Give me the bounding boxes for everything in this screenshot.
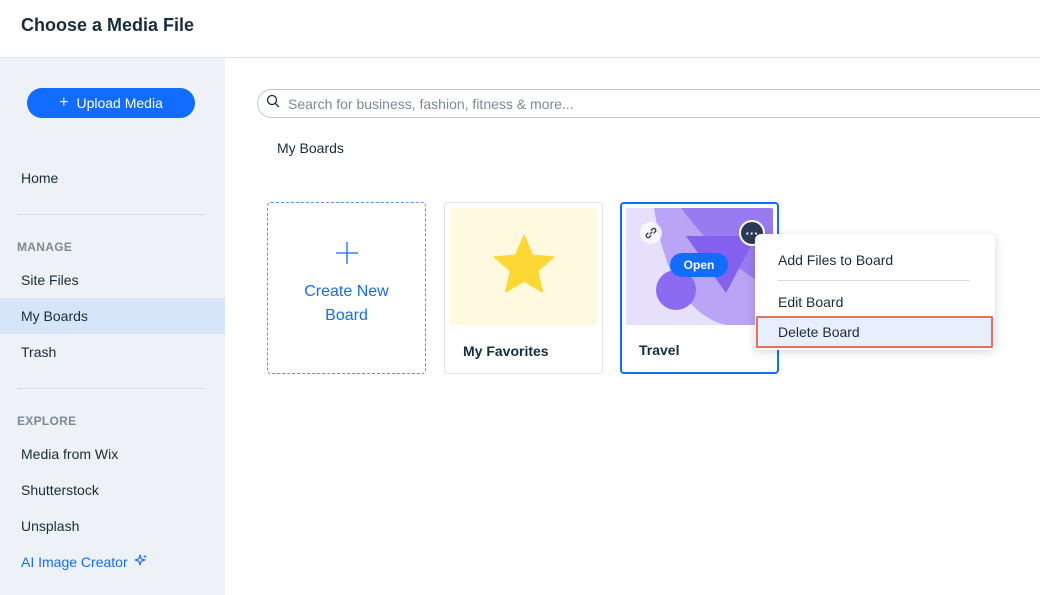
board-thumbnail: ··· Open [626, 208, 773, 325]
board-name: Travel [639, 342, 680, 358]
upload-media-button[interactable]: + Upload Media [27, 88, 195, 118]
sidebar-item-label: My Boards [21, 308, 88, 324]
menu-item-add-files-to-board[interactable]: Add Files to Board [755, 246, 995, 274]
sparkle-icon [134, 553, 148, 571]
menu-divider [778, 280, 970, 281]
sidebar-item-label: Unsplash [21, 518, 80, 534]
star-icon [493, 234, 555, 299]
sidebar-item-home[interactable]: Home [0, 160, 225, 196]
sidebar-item-label: Home [21, 170, 59, 186]
board-name: My Favorites [463, 343, 549, 359]
upload-media-label: Upload Media [76, 95, 163, 111]
sidebar-item-shutterstock[interactable]: Shutterstock [0, 472, 225, 508]
sidebar-divider [17, 214, 205, 215]
breadcrumb[interactable]: My Boards [277, 140, 344, 156]
sidebar-item-trash[interactable]: Trash [0, 334, 225, 370]
create-new-board-label: Create New Board [304, 283, 389, 324]
create-new-board-card[interactable]: Create New Board [267, 202, 426, 374]
board-card-my-favorites[interactable]: My Favorites [444, 202, 603, 374]
page-title: Choose a Media File [21, 15, 195, 35]
link-icon[interactable] [640, 222, 662, 244]
open-board-button[interactable]: Open [670, 253, 728, 277]
sidebar: + Upload Media Home MANAGE Site Files My… [0, 58, 225, 595]
sidebar-item-unsplash[interactable]: Unsplash [0, 508, 225, 544]
sidebar-item-media-from-wix[interactable]: Media from Wix [0, 436, 225, 472]
search-icon [266, 94, 280, 113]
sidebar-item-label: Trash [21, 344, 57, 360]
sidebar-section-explore: EXPLORE [17, 414, 77, 428]
sidebar-item-label: Media from Wix [21, 446, 119, 462]
plus-icon: + [59, 93, 69, 111]
search-bar[interactable] [257, 89, 1040, 118]
sidebar-item-my-boards[interactable]: My Boards [0, 298, 225, 334]
menu-item-delete-board[interactable]: Delete Board [755, 318, 995, 346]
board-context-menu: Add Files to Board Edit Board Delete Boa… [755, 234, 995, 350]
sidebar-item-ai-image-creator[interactable]: AI Image Creator [0, 544, 225, 580]
sidebar-item-label: Site Files [21, 272, 79, 288]
menu-item-edit-board[interactable]: Edit Board [755, 288, 995, 316]
board-thumbnail [450, 208, 597, 325]
search-input[interactable] [288, 95, 988, 112]
sidebar-section-manage: MANAGE [17, 240, 73, 254]
header: Choose a Media File [0, 0, 1040, 58]
sidebar-item-site-files[interactable]: Site Files [0, 262, 225, 298]
sidebar-divider [17, 388, 205, 389]
sidebar-item-label: Shutterstock [21, 482, 99, 498]
plus-icon [334, 240, 360, 272]
sidebar-item-label: AI Image Creator [21, 554, 128, 570]
